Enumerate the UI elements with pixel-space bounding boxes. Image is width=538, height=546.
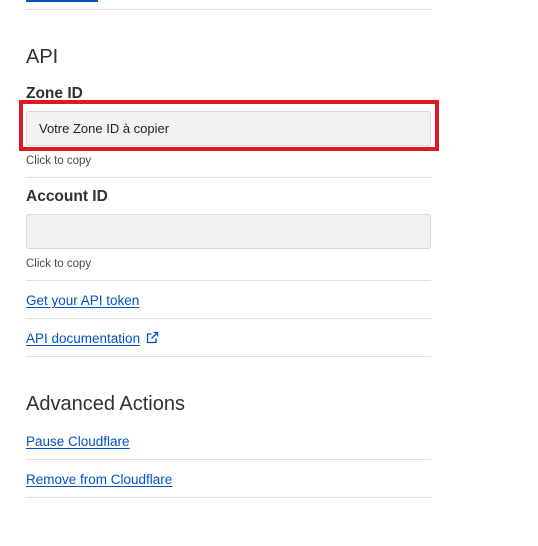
divider xyxy=(26,280,431,281)
account-id-field[interactable] xyxy=(26,214,431,249)
previous-link-fragment[interactable] xyxy=(26,0,98,2)
divider xyxy=(26,497,431,498)
divider xyxy=(26,459,431,460)
api-documentation-link[interactable]: API documentation xyxy=(26,331,140,346)
divider xyxy=(26,177,431,178)
get-api-token-link[interactable]: Get your API token xyxy=(26,292,139,309)
divider xyxy=(26,9,431,10)
pause-cloudflare-link[interactable]: Pause Cloudflare xyxy=(26,433,130,450)
external-link-icon xyxy=(146,331,159,348)
zone-id-field[interactable]: Votre Zone ID à copier xyxy=(26,111,431,146)
advanced-actions-section-title: Advanced Actions xyxy=(26,393,185,415)
zone-id-copy-hint: Click to copy xyxy=(26,155,92,167)
divider xyxy=(26,318,431,319)
divider xyxy=(26,356,431,357)
api-documentation-link-row[interactable]: API documentation xyxy=(26,330,159,348)
remove-from-cloudflare-link[interactable]: Remove from Cloudflare xyxy=(26,471,172,488)
account-id-copy-hint: Click to copy xyxy=(26,258,92,270)
zone-id-label: Zone ID xyxy=(26,85,83,102)
account-id-label: Account ID xyxy=(26,188,108,205)
api-section-title: API xyxy=(26,46,59,68)
